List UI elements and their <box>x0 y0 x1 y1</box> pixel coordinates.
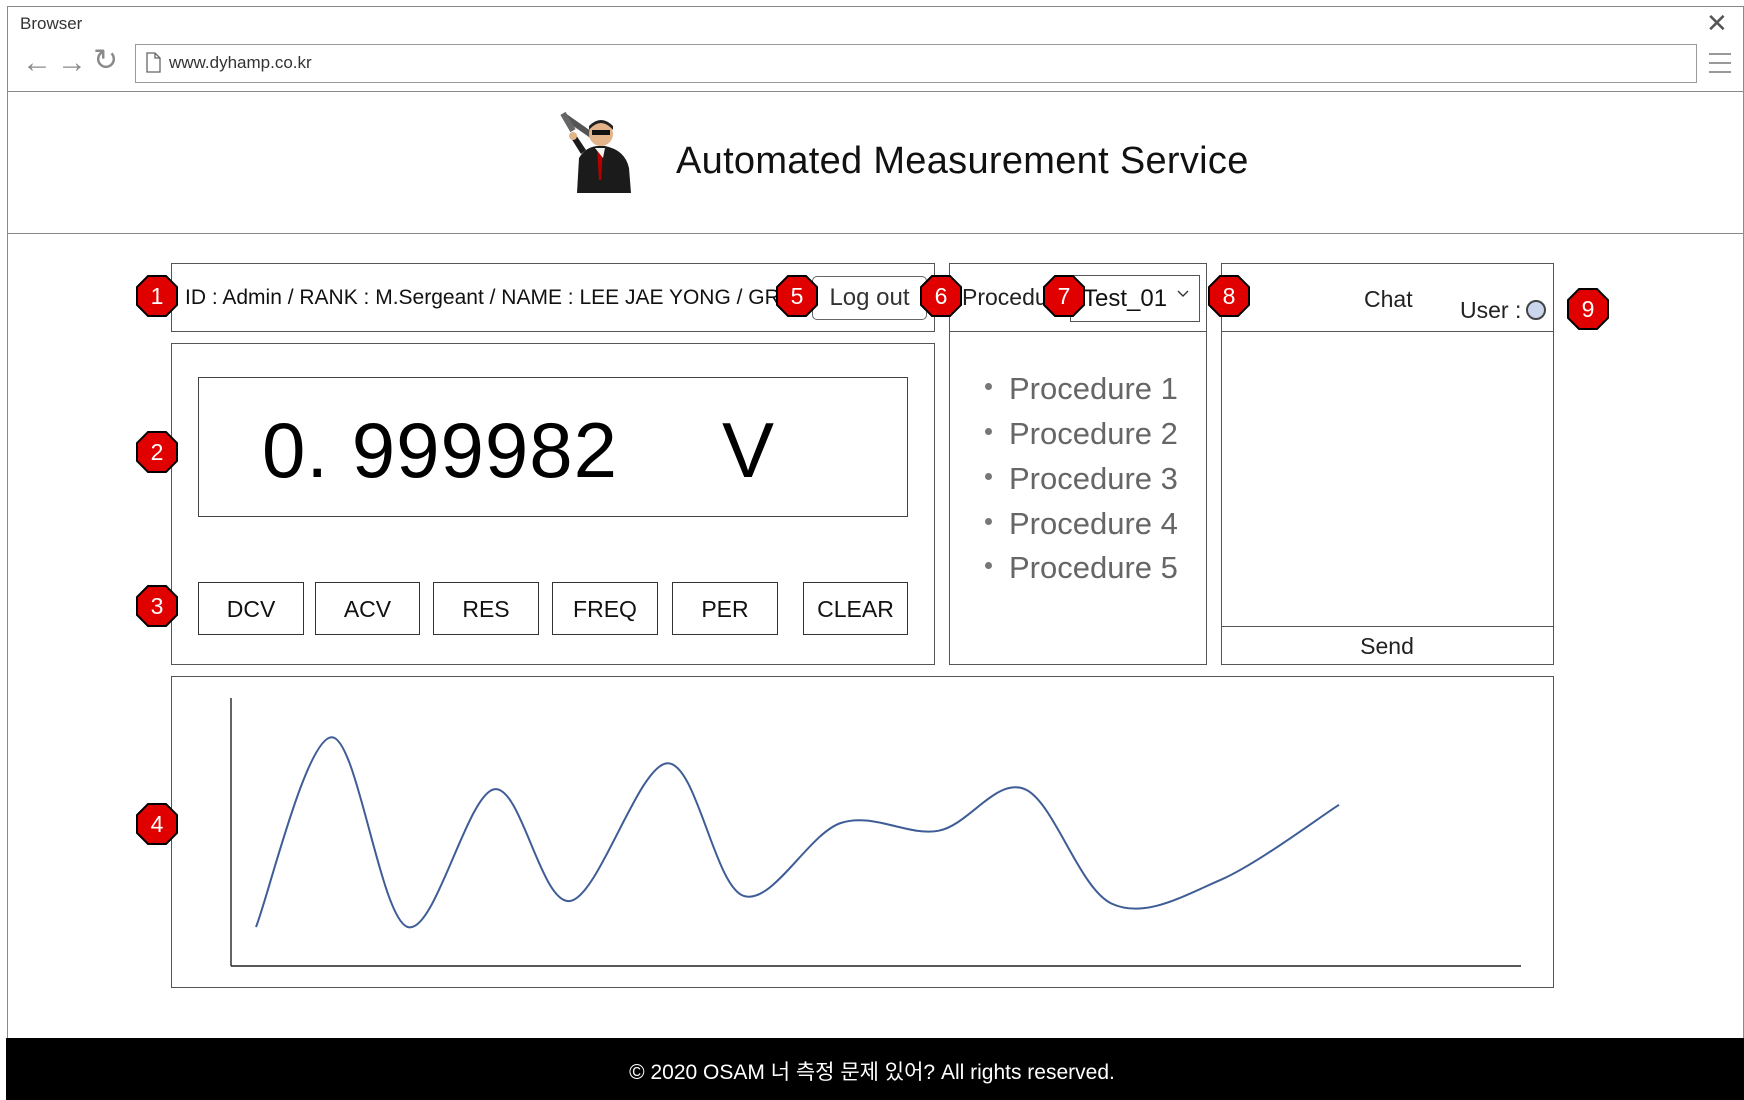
procedure-item[interactable]: Procedure 4 <box>985 506 1178 542</box>
acv-button[interactable]: ACV <box>315 582 420 635</box>
back-arrow-icon[interactable]: ← <box>22 48 52 78</box>
page-title: Automated Measurement Service <box>676 140 1249 182</box>
footer-text: © 2020 OSAM 너 측정 문제 있어? All rights reser… <box>629 1061 1115 1084</box>
marker-badge-3: 3 <box>135 584 179 628</box>
close-icon[interactable]: ✕ <box>1706 10 1728 36</box>
procedure-select-value: Test_01 <box>1083 285 1168 312</box>
bullet-icon <box>985 428 992 436</box>
bullet-icon <box>985 518 992 526</box>
chat-title: Chat <box>1364 286 1413 312</box>
logout-button[interactable]: Log out <box>812 276 927 320</box>
marker-badge-2: 2 <box>135 430 179 474</box>
user-info-text: ID : Admin / RANK : M.Sergeant / NAME : … <box>185 286 778 309</box>
chat-messages-area[interactable] <box>1222 332 1552 624</box>
hamburger-menu-icon[interactable] <box>1709 53 1731 80</box>
address-url: www.dyhamp.co.kr <box>169 53 312 72</box>
res-button[interactable]: RES <box>433 582 539 635</box>
reload-icon[interactable]: ↻ <box>93 46 118 76</box>
dcv-button[interactable]: DCV <box>198 582 304 635</box>
procedure-item[interactable]: Procedure 1 <box>985 371 1178 407</box>
freq-button[interactable]: FREQ <box>552 582 658 635</box>
waveform-line <box>255 736 1340 929</box>
toolbar-divider <box>7 91 1744 92</box>
agent-with-gun-logo <box>560 111 631 193</box>
marker-badge-4: 4 <box>135 802 179 846</box>
browser-title: Browser <box>20 14 83 33</box>
procedure-item[interactable]: Procedure 3 <box>985 461 1178 497</box>
meter-unit: V <box>722 406 775 494</box>
page-icon <box>146 52 161 73</box>
marker-badge-7: 7 <box>1042 274 1086 318</box>
send-button[interactable]: Send <box>1221 626 1553 665</box>
marker-badge-6: 6 <box>919 274 963 318</box>
procedure-item[interactable]: Procedure 2 <box>985 416 1178 452</box>
chat-user-label: User : <box>1460 297 1522 323</box>
waveform-chart <box>230 698 1521 967</box>
header-divider <box>7 233 1744 234</box>
marker-badge-8: 8 <box>1207 274 1251 318</box>
address-bar[interactable] <box>135 44 1697 83</box>
bullet-icon <box>985 383 992 391</box>
marker-badge-1: 1 <box>135 274 179 318</box>
procedure-item[interactable]: Procedure 5 <box>985 550 1178 586</box>
clear-button[interactable]: CLEAR <box>803 582 908 635</box>
meter-reading: 0. 999982 <box>262 406 619 494</box>
bullet-icon <box>985 473 992 481</box>
chevron-down-icon[interactable] <box>1176 288 1190 298</box>
marker-badge-5: 5 <box>775 274 819 318</box>
bullet-icon <box>985 562 992 570</box>
user-status-indicator <box>1526 300 1546 320</box>
forward-arrow-icon[interactable]: → <box>57 48 87 78</box>
marker-badge-9: 9 <box>1566 287 1610 331</box>
per-button[interactable]: PER <box>672 582 778 635</box>
